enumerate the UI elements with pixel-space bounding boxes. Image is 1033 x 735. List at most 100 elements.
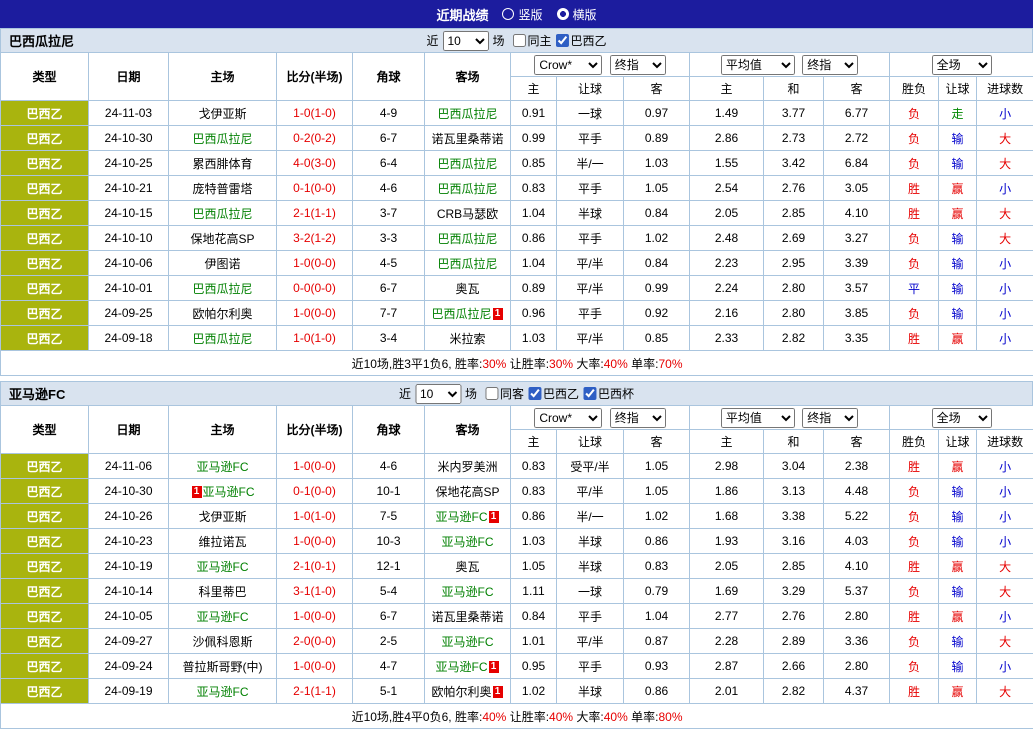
home-team[interactable]: 保地花高SP	[169, 226, 277, 251]
checkbox-input[interactable]	[485, 387, 498, 400]
away-team-name[interactable]: 诺瓦里桑蒂诺	[431, 132, 503, 146]
away-team-name[interactable]: 亚马逊FC	[442, 635, 494, 649]
average-select[interactable]: 平均值	[721, 55, 795, 75]
layout-radio-vertical[interactable]: 竖版	[502, 6, 542, 23]
filter-checkbox[interactable]: 同客	[485, 385, 524, 402]
checkbox-input[interactable]	[528, 387, 541, 400]
recent-count-select[interactable]: 10	[415, 384, 461, 404]
away-team-name[interactable]: 巴西瓜拉尼	[437, 232, 497, 246]
home-team-name[interactable]: 亚马逊FC	[197, 610, 249, 624]
away-team[interactable]: 巴西瓜拉尼	[425, 176, 511, 201]
bookmaker-select[interactable]: Crow*	[534, 408, 602, 428]
final-index-select[interactable]: 终指	[610, 408, 666, 428]
home-team-name[interactable]: 维拉诺瓦	[198, 535, 246, 549]
away-team[interactable]: 巴西瓜拉尼	[425, 251, 511, 276]
away-team-name[interactable]: 巴西瓜拉尼	[437, 157, 497, 171]
home-team-name[interactable]: 欧帕尔利奥	[192, 307, 252, 321]
home-team-name[interactable]: 亚马逊FC	[197, 460, 249, 474]
home-team[interactable]: 亚马逊FC	[169, 554, 277, 579]
away-team-name[interactable]: 巴西瓜拉尼	[437, 107, 497, 121]
home-team[interactable]: 1亚马逊FC	[169, 479, 277, 504]
away-team[interactable]: 奥瓦	[425, 554, 511, 579]
away-team-name[interactable]: 诺瓦里桑蒂诺	[431, 610, 503, 624]
scope-select[interactable]: 全场	[932, 408, 992, 428]
away-team-name[interactable]: CRB马瑟欧	[437, 207, 498, 221]
layout-radio-horizontal[interactable]: 横版	[557, 6, 597, 23]
away-team-name[interactable]: 亚马逊FC	[442, 535, 494, 549]
away-team[interactable]: 亚马逊FC	[425, 629, 511, 654]
home-team-name[interactable]: 戈伊亚斯	[198, 510, 246, 524]
away-team-name[interactable]: 米拉索	[449, 332, 485, 346]
away-team[interactable]: 欧帕尔利奥1	[425, 679, 511, 704]
home-team-name[interactable]: 累西腓体育	[192, 157, 252, 171]
away-team-name[interactable]: 米内罗美洲	[437, 460, 497, 474]
away-team[interactable]: 巴西瓜拉尼	[425, 151, 511, 176]
home-team-name[interactable]: 普拉斯哥野(中)	[183, 660, 263, 674]
away-team[interactable]: 亚马逊FC	[425, 529, 511, 554]
away-team[interactable]: 诺瓦里桑蒂诺	[425, 126, 511, 151]
home-team-name[interactable]: 巴西瓜拉尼	[192, 332, 252, 346]
home-team[interactable]: 亚马逊FC	[169, 454, 277, 479]
away-team[interactable]: 保地花高SP	[425, 479, 511, 504]
home-team[interactable]: 累西腓体育	[169, 151, 277, 176]
home-team[interactable]: 维拉诺瓦	[169, 529, 277, 554]
away-team[interactable]: CRB马瑟欧	[425, 201, 511, 226]
home-team[interactable]: 戈伊亚斯	[169, 504, 277, 529]
away-team[interactable]: 奥瓦	[425, 276, 511, 301]
away-team-name[interactable]: 巴西瓜拉尼	[437, 257, 497, 271]
final-index-select-2[interactable]: 终指	[802, 408, 858, 428]
home-team[interactable]: 戈伊亚斯	[169, 101, 277, 126]
final-index-select-2[interactable]: 终指	[802, 55, 858, 75]
away-team[interactable]: 诺瓦里桑蒂诺	[425, 604, 511, 629]
filter-checkbox[interactable]: 同主	[513, 32, 552, 49]
average-select[interactable]: 平均值	[721, 408, 795, 428]
home-team[interactable]: 亚马逊FC	[169, 604, 277, 629]
home-team-name[interactable]: 巴西瓜拉尼	[192, 282, 252, 296]
away-team[interactable]: 巴西瓜拉尼	[425, 101, 511, 126]
home-team-name[interactable]: 亚马逊FC	[203, 485, 255, 499]
home-team-name[interactable]: 伊图诺	[204, 257, 240, 271]
home-team-name[interactable]: 亚马逊FC	[197, 560, 249, 574]
home-team[interactable]: 伊图诺	[169, 251, 277, 276]
home-team[interactable]: 巴西瓜拉尼	[169, 326, 277, 351]
away-team-name[interactable]: 巴西瓜拉尼	[431, 307, 491, 321]
home-team[interactable]: 庞特普雷塔	[169, 176, 277, 201]
away-team[interactable]: 亚马逊FC1	[425, 504, 511, 529]
scope-select[interactable]: 全场	[932, 55, 992, 75]
away-team-name[interactable]: 亚马逊FC	[442, 585, 494, 599]
home-team[interactable]: 巴西瓜拉尼	[169, 276, 277, 301]
away-team[interactable]: 巴西瓜拉尼	[425, 226, 511, 251]
home-team[interactable]: 科里蒂巴	[169, 579, 277, 604]
away-team-name[interactable]: 亚马逊FC	[436, 660, 488, 674]
home-team[interactable]: 巴西瓜拉尼	[169, 126, 277, 151]
away-team[interactable]: 米拉索	[425, 326, 511, 351]
away-team-name[interactable]: 欧帕尔利奥	[431, 685, 491, 699]
home-team[interactable]: 巴西瓜拉尼	[169, 201, 277, 226]
away-team-name[interactable]: 奥瓦	[455, 282, 479, 296]
home-team[interactable]: 沙佩科恩斯	[169, 629, 277, 654]
filter-checkbox[interactable]: 巴西杯	[583, 385, 634, 402]
checkbox-input[interactable]	[583, 387, 596, 400]
checkbox-input[interactable]	[556, 34, 569, 47]
away-team-name[interactable]: 亚马逊FC	[436, 510, 488, 524]
home-team-name[interactable]: 保地花高SP	[190, 232, 254, 246]
checkbox-input[interactable]	[513, 34, 526, 47]
home-team-name[interactable]: 科里蒂巴	[198, 585, 246, 599]
filter-checkbox[interactable]: 巴西乙	[528, 385, 579, 402]
away-team[interactable]: 亚马逊FC	[425, 579, 511, 604]
bookmaker-select[interactable]: Crow*	[534, 55, 602, 75]
filter-checkbox[interactable]: 巴西乙	[556, 32, 607, 49]
away-team[interactable]: 米内罗美洲	[425, 454, 511, 479]
away-team-name[interactable]: 巴西瓜拉尼	[437, 182, 497, 196]
home-team-name[interactable]: 巴西瓜拉尼	[192, 132, 252, 146]
home-team[interactable]: 亚马逊FC	[169, 679, 277, 704]
final-index-select[interactable]: 终指	[610, 55, 666, 75]
home-team-name[interactable]: 亚马逊FC	[197, 685, 249, 699]
recent-count-select[interactable]: 10	[442, 31, 488, 51]
home-team-name[interactable]: 戈伊亚斯	[198, 107, 246, 121]
home-team[interactable]: 普拉斯哥野(中)	[169, 654, 277, 679]
home-team-name[interactable]: 庞特普雷塔	[192, 182, 252, 196]
away-team[interactable]: 巴西瓜拉尼1	[425, 301, 511, 326]
away-team-name[interactable]: 奥瓦	[455, 560, 479, 574]
home-team[interactable]: 欧帕尔利奥	[169, 301, 277, 326]
